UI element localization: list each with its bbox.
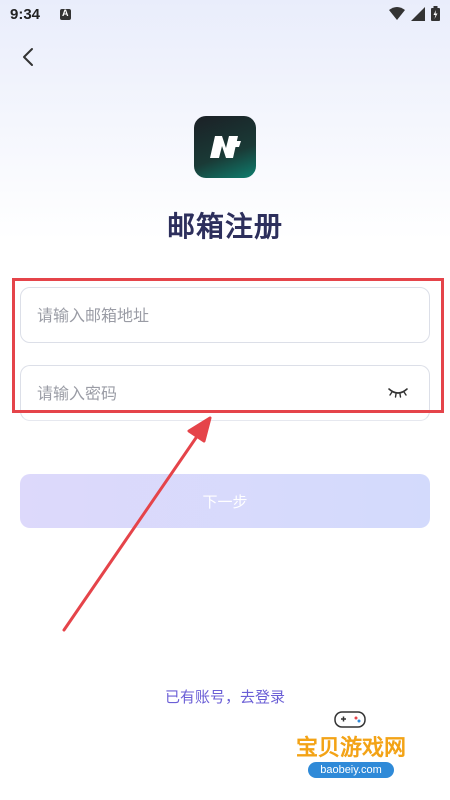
eye-closed-icon[interactable] — [387, 386, 409, 400]
login-link[interactable]: 已有账号，去登录 — [0, 686, 450, 707]
next-step-button[interactable]: 下一步 — [20, 474, 430, 528]
back-button[interactable] — [18, 46, 40, 68]
chevron-left-icon — [23, 48, 33, 66]
status-bar: 9:34 — [0, 0, 450, 32]
watermark-url: baobeiy.com — [308, 762, 394, 778]
battery-icon — [431, 6, 440, 21]
password-input[interactable] — [21, 366, 377, 420]
status-time: 9:34 — [10, 6, 41, 23]
accessibility-notification-icon — [60, 8, 71, 20]
watermark-logo: 宝贝游戏网 baobeiy.com — [286, 706, 416, 786]
status-icons — [389, 6, 440, 21]
app-logo — [194, 116, 256, 178]
password-field-container — [20, 365, 430, 421]
email-input[interactable] — [21, 288, 377, 342]
app-logo-mark — [210, 136, 241, 158]
page-title: 邮箱注册 — [166, 210, 283, 243]
watermark-text: 宝贝游戏网 — [295, 736, 406, 761]
wifi-icon — [389, 6, 405, 20]
gamepad-icon — [334, 711, 366, 728]
signal-icon — [411, 6, 425, 21]
email-field-container — [20, 287, 430, 343]
